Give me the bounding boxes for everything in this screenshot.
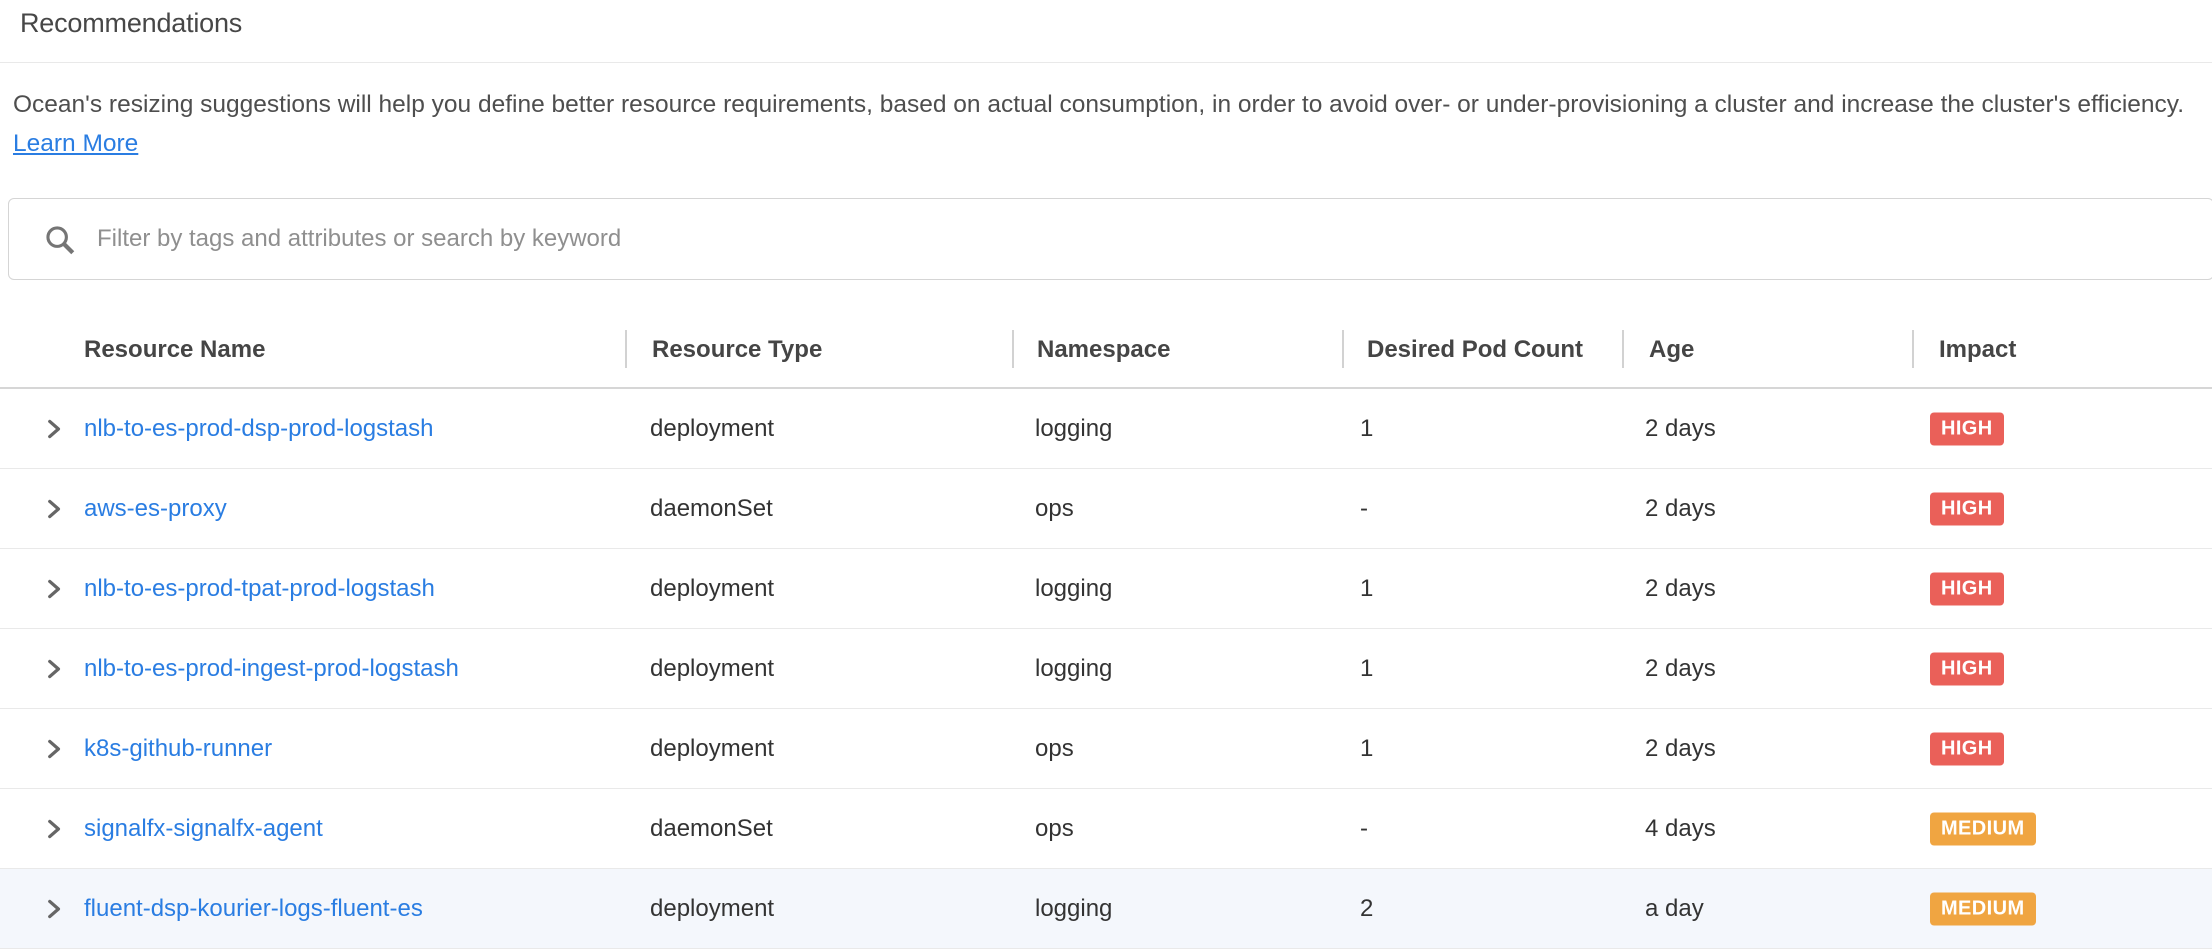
impact-badge: MEDIUM bbox=[1930, 812, 2036, 845]
resource-type-cell: deployment bbox=[650, 735, 774, 763]
impact-badge: HIGH bbox=[1930, 732, 2004, 765]
resource-type-cell: deployment bbox=[650, 655, 774, 683]
age-cell: 2 days bbox=[1645, 655, 1716, 683]
age-cell: a day bbox=[1645, 895, 1704, 923]
namespace-cell: logging bbox=[1035, 415, 1112, 443]
age-cell: 4 days bbox=[1645, 815, 1716, 843]
chevron-right-icon[interactable] bbox=[40, 576, 66, 602]
table-row[interactable]: k8s-github-runner deployment ops 1 2 day… bbox=[0, 709, 2212, 789]
namespace-cell: ops bbox=[1035, 815, 1074, 843]
chevron-right-icon[interactable] bbox=[40, 656, 66, 682]
chevron-right-icon[interactable] bbox=[40, 736, 66, 762]
resource-name-link[interactable]: nlb-to-es-prod-dsp-prod-logstash bbox=[84, 415, 434, 443]
column-header-resource-name: Resource Name bbox=[84, 336, 265, 364]
namespace-cell: ops bbox=[1035, 735, 1074, 763]
filter-search-box[interactable] bbox=[8, 198, 2212, 280]
resource-type-cell: deployment bbox=[650, 575, 774, 603]
impact-badge: HIGH bbox=[1930, 412, 2004, 445]
page-title: Recommendations bbox=[20, 8, 242, 39]
impact-cell: MEDIUM bbox=[1930, 892, 2036, 925]
column-header-resource-type: Resource Type bbox=[652, 336, 822, 364]
namespace-cell: logging bbox=[1035, 895, 1112, 923]
table-header-row: Resource Name Resource Type Namespace De… bbox=[0, 312, 2212, 389]
age-cell: 2 days bbox=[1645, 735, 1716, 763]
impact-badge: HIGH bbox=[1930, 492, 2004, 525]
namespace-cell: logging bbox=[1035, 575, 1112, 603]
search-icon bbox=[43, 223, 77, 257]
header-divider bbox=[625, 330, 627, 368]
impact-cell: HIGH bbox=[1930, 652, 2004, 685]
column-header-desired-pod-count: Desired Pod Count bbox=[1367, 336, 1583, 364]
age-cell: 2 days bbox=[1645, 415, 1716, 443]
table-row[interactable]: signalfx-signalfx-agent daemonSet ops - … bbox=[0, 789, 2212, 869]
age-cell: 2 days bbox=[1645, 575, 1716, 603]
desired-pod-count-cell: 1 bbox=[1360, 655, 1373, 683]
table-row[interactable]: nlb-to-es-prod-dsp-prod-logstash deploym… bbox=[0, 389, 2212, 469]
resource-type-cell: daemonSet bbox=[650, 815, 773, 843]
impact-cell: HIGH bbox=[1930, 732, 2004, 765]
desired-pod-count-cell: 1 bbox=[1360, 735, 1373, 763]
title-divider bbox=[0, 62, 2212, 63]
impact-cell: MEDIUM bbox=[1930, 812, 2036, 845]
resource-type-cell: deployment bbox=[650, 415, 774, 443]
chevron-right-icon[interactable] bbox=[40, 816, 66, 842]
resource-type-cell: deployment bbox=[650, 895, 774, 923]
desired-pod-count-cell: 1 bbox=[1360, 575, 1373, 603]
resource-name-link[interactable]: aws-es-proxy bbox=[84, 495, 227, 523]
impact-cell: HIGH bbox=[1930, 492, 2004, 525]
column-header-impact: Impact bbox=[1939, 336, 2016, 364]
resource-name-link[interactable]: signalfx-signalfx-agent bbox=[84, 815, 323, 843]
table-row[interactable]: aws-es-proxy daemonSet ops - 2 days HIGH bbox=[0, 469, 2212, 549]
impact-cell: HIGH bbox=[1930, 572, 2004, 605]
chevron-right-icon[interactable] bbox=[40, 896, 66, 922]
resource-name-link[interactable]: fluent-dsp-kourier-logs-fluent-es bbox=[84, 895, 423, 923]
resource-name-link[interactable]: k8s-github-runner bbox=[84, 735, 272, 763]
impact-cell: HIGH bbox=[1930, 412, 2004, 445]
desired-pod-count-cell: - bbox=[1360, 815, 1368, 843]
namespace-cell: logging bbox=[1035, 655, 1112, 683]
search-input[interactable] bbox=[95, 208, 1999, 270]
desired-pod-count-cell: - bbox=[1360, 495, 1368, 523]
resource-name-link[interactable]: nlb-to-es-prod-ingest-prod-logstash bbox=[84, 655, 459, 683]
column-header-namespace: Namespace bbox=[1037, 336, 1170, 364]
chevron-right-icon[interactable] bbox=[40, 416, 66, 442]
header-divider bbox=[1622, 330, 1624, 368]
header-divider bbox=[1342, 330, 1344, 368]
desired-pod-count-cell: 2 bbox=[1360, 895, 1373, 923]
table-row[interactable]: nlb-to-es-prod-ingest-prod-logstash depl… bbox=[0, 629, 2212, 709]
table-row[interactable]: fluent-dsp-kourier-logs-fluent-es deploy… bbox=[0, 869, 2212, 949]
chevron-right-icon[interactable] bbox=[40, 496, 66, 522]
header-divider bbox=[1012, 330, 1014, 368]
desired-pod-count-cell: 1 bbox=[1360, 415, 1373, 443]
resource-type-cell: daemonSet bbox=[650, 495, 773, 523]
impact-badge: HIGH bbox=[1930, 652, 2004, 685]
impact-badge: MEDIUM bbox=[1930, 892, 2036, 925]
header-divider bbox=[1912, 330, 1914, 368]
namespace-cell: ops bbox=[1035, 495, 1074, 523]
intro-text: Ocean's resizing suggestions will help y… bbox=[13, 85, 2199, 163]
resource-name-link[interactable]: nlb-to-es-prod-tpat-prod-logstash bbox=[84, 575, 435, 603]
table-body: nlb-to-es-prod-dsp-prod-logstash deploym… bbox=[0, 389, 2212, 949]
recommendations-table: Resource Name Resource Type Namespace De… bbox=[0, 312, 2212, 949]
table-row[interactable]: nlb-to-es-prod-tpat-prod-logstash deploy… bbox=[0, 549, 2212, 629]
learn-more-link[interactable]: Learn More bbox=[13, 130, 138, 157]
impact-badge: HIGH bbox=[1930, 572, 2004, 605]
column-header-age: Age bbox=[1649, 336, 1694, 364]
age-cell: 2 days bbox=[1645, 495, 1716, 523]
intro-description: Ocean's resizing suggestions will help y… bbox=[13, 91, 2184, 118]
